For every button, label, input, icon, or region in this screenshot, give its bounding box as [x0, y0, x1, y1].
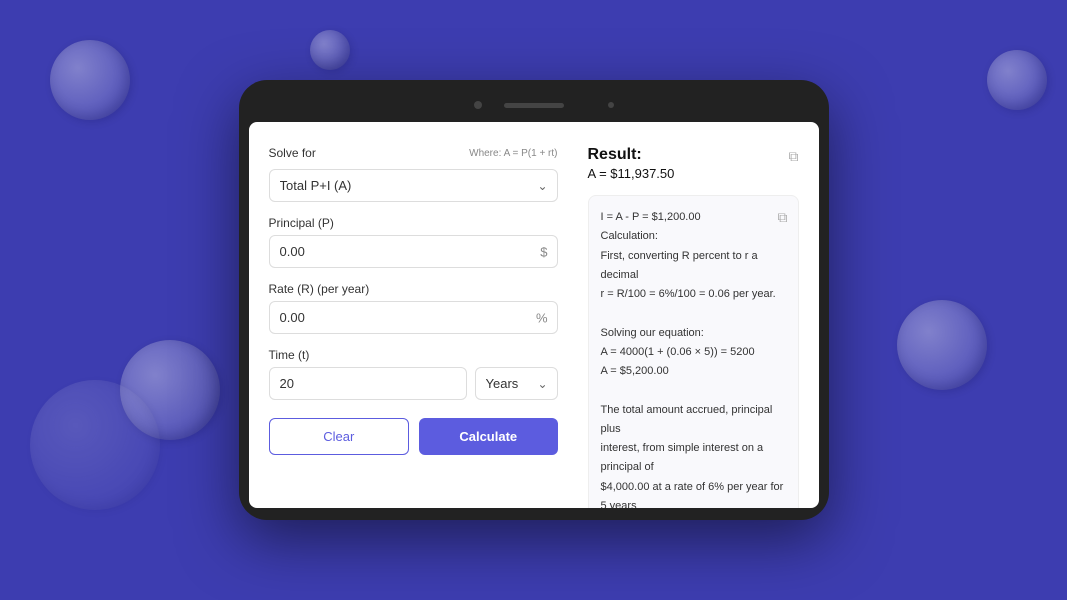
result-detail-box: ⧉ I = A - P = $1,200.00 Calculation: Fir…: [588, 195, 799, 508]
bg-circle-4: [30, 380, 160, 510]
bg-circle-5: [987, 50, 1047, 110]
calculator-container: Solve for Where: A = P(1 + rt) Total P+I…: [249, 122, 819, 508]
result-title-group: Result: A = $11,937.50: [588, 146, 675, 181]
rate-group: Rate (R) (per year) %: [269, 282, 558, 334]
rate-label: Rate (R) (per year): [269, 282, 558, 296]
calc-right-panel: Result: A = $11,937.50 ⧉ ⧉ I = A - P = $…: [578, 146, 799, 484]
time-unit-select[interactable]: Years Months Days: [475, 367, 558, 400]
rate-input-wrapper: %: [269, 301, 558, 334]
solve-formula: Where: A = P(1 + rt): [469, 148, 557, 159]
solve-for-header: Solve for Where: A = P(1 + rt): [269, 146, 558, 160]
rate-input[interactable]: [269, 301, 558, 334]
calculate-button[interactable]: Calculate: [419, 418, 558, 455]
bg-circle-1: [50, 40, 130, 120]
tablet-dot: [608, 102, 614, 108]
principal-group: Principal (P) $: [269, 216, 558, 268]
bg-circle-6: [897, 300, 987, 390]
tablet-camera: [474, 101, 482, 109]
result-title: Result:: [588, 146, 675, 164]
calc-left-panel: Solve for Where: A = P(1 + rt) Total P+I…: [269, 146, 558, 484]
button-row: Clear Calculate: [269, 418, 558, 455]
tablet-screen: Solve for Where: A = P(1 + rt) Total P+I…: [249, 122, 819, 508]
time-group: Time (t) Years Months Days ⌄: [269, 348, 558, 400]
detail-text: I = A - P = $1,200.00 Calculation: First…: [601, 208, 786, 508]
result-header: Result: A = $11,937.50 ⧉: [588, 146, 799, 181]
solve-for-label: Solve for: [269, 146, 316, 160]
solve-for-group: Solve for Where: A = P(1 + rt) Total P+I…: [269, 146, 558, 202]
result-main-value: A = $11,937.50: [588, 166, 675, 181]
time-unit-select-wrapper[interactable]: Years Months Days ⌄: [475, 367, 558, 400]
solve-for-select[interactable]: Total P+I (A) Principal (P) Rate (R) Tim…: [269, 169, 558, 202]
solve-for-select-wrapper[interactable]: Total P+I (A) Principal (P) Rate (R) Tim…: [269, 169, 558, 202]
clear-button[interactable]: Clear: [269, 418, 410, 455]
time-input[interactable]: [269, 367, 467, 400]
time-label: Time (t): [269, 348, 558, 362]
rate-unit: %: [536, 310, 548, 325]
tablet-top-bar: [249, 94, 819, 116]
copy-detail-icon[interactable]: ⧉: [778, 206, 788, 230]
principal-input-wrapper: $: [269, 235, 558, 268]
time-input-wrapper: Years Months Days ⌄: [269, 367, 558, 400]
principal-unit: $: [540, 244, 547, 259]
tablet-speaker: [504, 103, 564, 108]
principal-input[interactable]: [269, 235, 558, 268]
bg-circle-2: [310, 30, 350, 70]
principal-label: Principal (P): [269, 216, 558, 230]
tablet-frame: Solve for Where: A = P(1 + rt) Total P+I…: [239, 80, 829, 520]
copy-result-icon[interactable]: ⧉: [789, 148, 799, 165]
